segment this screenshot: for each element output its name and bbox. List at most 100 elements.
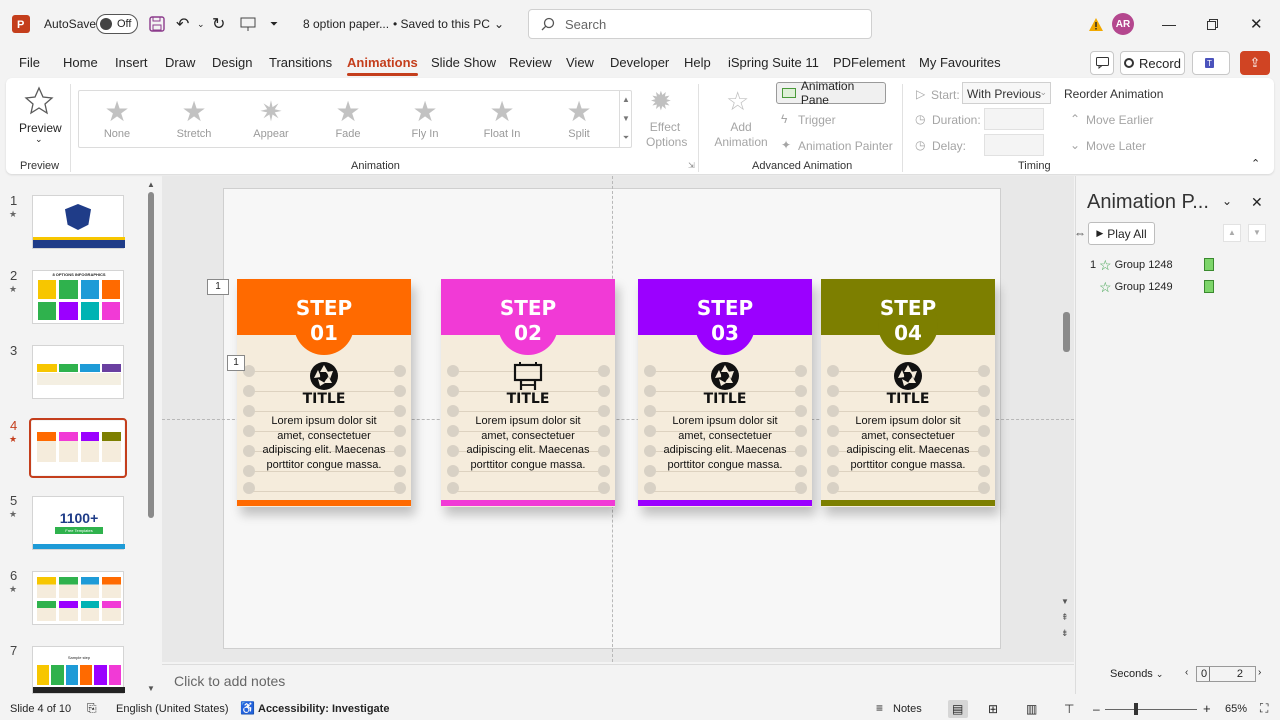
tab-insert[interactable]: Insert (115, 55, 148, 70)
scroll-down-icon[interactable]: ▼ (1061, 597, 1069, 606)
zoom-level[interactable]: 65% (1225, 703, 1247, 715)
slide-thumbnail-3[interactable] (32, 345, 124, 399)
seconds-dropdown[interactable]: Seconds ⌄ (1110, 668, 1163, 680)
warning-icon[interactable] (1088, 0, 1104, 48)
customize-toolbar-icon[interactable]: ⏷ (270, 0, 278, 48)
zoom-slider[interactable] (1105, 709, 1197, 710)
move-later-button[interactable]: Move Later (1086, 139, 1146, 153)
collapse-ribbon-icon[interactable]: ⌃ (1251, 157, 1260, 170)
canvas-scrollbar[interactable] (1063, 312, 1070, 352)
language-status[interactable]: English (United States) (116, 703, 229, 715)
anim-fly-in[interactable]: ★ Fly In (394, 96, 456, 140)
zoom-out-icon[interactable]: – (1093, 702, 1100, 716)
teams-button[interactable]: T (1192, 51, 1230, 75)
zoom-in-icon[interactable]: + (1203, 701, 1211, 716)
zoom-thumb[interactable] (1134, 703, 1138, 715)
present-icon[interactable] (240, 0, 256, 48)
step-card-4[interactable]: STEP 04 TITLE Lorem ipsum dolor sit amet,… (821, 279, 995, 507)
animation-pane-button[interactable]: Animation Pane (776, 79, 886, 107)
tab-transitions[interactable]: Transitions (269, 55, 332, 70)
undo-dropdown-icon[interactable]: ⌄ (197, 0, 205, 48)
tab-developer[interactable]: Developer (610, 55, 669, 70)
step-card-3[interactable]: STEP 03 TITLE Lorem ipsum dolor sit amet,… (638, 279, 812, 507)
delay-input[interactable] (984, 134, 1044, 156)
undo-icon[interactable]: ↶ (176, 0, 189, 48)
tab-ispring[interactable]: iSpring Suite 11 (728, 55, 819, 70)
anim-appear[interactable]: ✷ Appear (240, 96, 302, 140)
thumbs-scrollbar[interactable] (148, 192, 154, 518)
avatar[interactable]: AR (1112, 13, 1134, 35)
move-earlier-button[interactable]: Move Earlier (1086, 113, 1153, 127)
comments-button[interactable] (1090, 51, 1114, 75)
dialog-launcher-icon[interactable]: ⇲ (688, 161, 695, 170)
save-status[interactable]: • Saved to this PC ⌄ (393, 0, 504, 48)
gallery-scroll[interactable]: ▲ ▼ ⏷ (619, 90, 632, 148)
anim-stretch[interactable]: ★ Stretch (163, 96, 225, 140)
tab-file[interactable]: File (19, 55, 40, 70)
tab-animations[interactable]: Animations (347, 55, 418, 76)
play-all-button[interactable]: ▶ Play All (1088, 222, 1155, 245)
next-slide-icon[interactable]: ⇟ (1061, 628, 1069, 639)
tab-pdfelement[interactable]: PDFelement (833, 55, 905, 70)
timeline-right-icon[interactable]: › (1258, 667, 1261, 678)
tab-view[interactable]: View (566, 55, 594, 70)
pane-item-group-1249[interactable]: ☆ Group 1249 (1090, 278, 1220, 296)
fit-slide-icon[interactable]: ⛶ (1260, 701, 1268, 716)
tab-help[interactable]: Help (684, 55, 711, 70)
slide-thumbnail-2[interactable]: 8 OPTIONS INFOGRAPHICS (32, 270, 124, 324)
spelling-icon[interactable]: ⎘ (87, 701, 97, 716)
animation-tag[interactable]: 1 (207, 279, 229, 295)
effect-options-button[interactable]: Effect Options (646, 120, 687, 150)
share-button[interactable]: ⇪ (1240, 51, 1270, 75)
autosave-toggle[interactable]: Off (96, 14, 138, 34)
slide-sorter-icon[interactable]: ⊞ (988, 702, 998, 716)
preview-button[interactable]: Preview (19, 121, 62, 135)
tab-slide-show[interactable]: Slide Show (431, 55, 496, 70)
pane-close-icon[interactable]: ✕ (1251, 194, 1263, 211)
duration-input[interactable] (984, 108, 1044, 130)
save-icon[interactable] (149, 0, 165, 48)
reading-view-icon[interactable]: ▥ (1026, 702, 1037, 716)
step-card-2[interactable]: STEP 02 TITLE Lorem ipsum dolor sit amet,… (441, 279, 615, 507)
timeline-left-icon[interactable]: ‹ (1185, 667, 1188, 678)
pane-options-icon[interactable]: ⌄ (1222, 194, 1232, 208)
slide-thumbnail-7[interactable]: Sample step (32, 646, 125, 694)
filename[interactable]: 8 option paper... (303, 0, 389, 48)
start-select[interactable]: With Previous ⌄ (962, 82, 1051, 104)
timeline-bar[interactable] (1204, 280, 1214, 293)
anim-fade[interactable]: ★ Fade (317, 96, 379, 140)
tab-my-favourites[interactable]: My Favourites (919, 55, 1001, 70)
animation-tag[interactable]: 1 (227, 355, 245, 371)
redo-icon[interactable]: ↻ (212, 0, 225, 48)
trigger-button[interactable]: Trigger (798, 113, 836, 127)
thumbs-scroll-up-icon[interactable]: ▲ (147, 180, 155, 189)
search-box[interactable]: Search (528, 9, 872, 39)
slide-thumbnail-4[interactable] (32, 421, 124, 475)
add-animation-button[interactable]: Add Animation (706, 120, 776, 150)
minimize-icon[interactable]: — (1162, 0, 1176, 48)
animation-painter-button[interactable]: Animation Painter (798, 139, 893, 153)
slide-thumbnail-1[interactable] (32, 195, 125, 249)
anim-float-in[interactable]: ★ Float In (471, 96, 533, 140)
pane-item-group-1248[interactable]: 1 ☆ Group 1248 (1090, 256, 1220, 274)
notes-button[interactable]: Notes (893, 703, 922, 715)
prev-slide-icon[interactable]: ⇞ (1061, 612, 1069, 623)
timeline-scale[interactable]: 0 2 (1196, 666, 1256, 682)
anim-none[interactable]: ★ None (86, 96, 148, 140)
close-window-icon[interactable]: ✕ (1250, 0, 1263, 48)
notes-area[interactable] (162, 664, 1074, 696)
step-card-1[interactable]: STEP 01 TITLE Lorem ipsum dolor sit amet,… (237, 279, 411, 507)
slideshow-icon[interactable]: ⊤ (1064, 702, 1074, 716)
tab-draw[interactable]: Draw (165, 55, 195, 70)
tab-review[interactable]: Review (509, 55, 552, 70)
restore-icon[interactable] (1207, 0, 1218, 48)
record-button[interactable]: Record (1120, 51, 1185, 75)
accessibility-status[interactable]: Accessibility: Investigate (258, 703, 389, 715)
tab-home[interactable]: Home (63, 55, 98, 70)
timeline-bar[interactable] (1204, 258, 1214, 271)
preview-dropdown-icon[interactable]: ⌄ (35, 134, 43, 145)
anim-split[interactable]: ★ Split (548, 96, 610, 140)
thumbs-scroll-down-icon[interactable]: ▼ (147, 684, 155, 693)
notes-placeholder[interactable]: Click to add notes (174, 673, 285, 689)
move-down-icon[interactable]: ▼ (1248, 224, 1266, 242)
